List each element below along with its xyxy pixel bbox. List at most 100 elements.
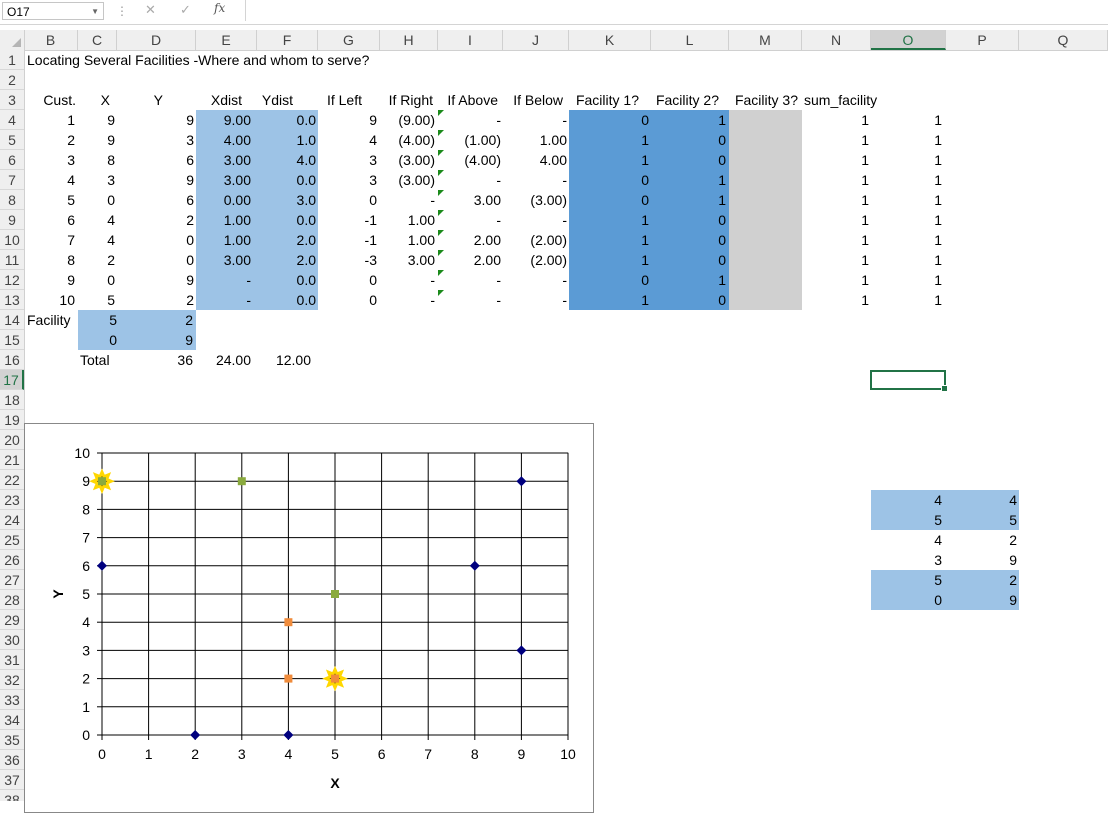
cell-cust[interactable]: 9 [24, 270, 75, 290]
cell-y[interactable]: 6 [117, 190, 194, 210]
cell-if-left[interactable]: -3 [318, 250, 377, 270]
row-header-31[interactable]: 31 [0, 650, 24, 670]
row-header-35[interactable]: 35 [0, 730, 24, 750]
row-header-18[interactable]: 18 [0, 390, 24, 410]
cell-cust[interactable]: 7 [24, 230, 75, 250]
cell-cust[interactable]: 5 [24, 190, 75, 210]
side-table-right[interactable]: 4 [946, 490, 1017, 510]
row-header-2[interactable]: 2 [0, 70, 24, 90]
select-all-button[interactable] [0, 30, 25, 50]
cell-col-o[interactable]: 1 [871, 110, 942, 130]
column-header-p[interactable]: P [946, 30, 1019, 50]
column-header-d[interactable]: D [117, 30, 196, 50]
cell-if-right[interactable]: - [380, 290, 435, 310]
cell-x[interactable]: 3 [78, 170, 115, 190]
column-header-f[interactable]: F [257, 30, 318, 50]
header-facility-2[interactable]: Facility 2? [651, 90, 719, 110]
facility-2-x[interactable]: 0 [78, 330, 117, 350]
cell-y[interactable]: 9 [117, 110, 194, 130]
cell-y[interactable]: 0 [117, 250, 194, 270]
cell-col-o[interactable]: 1 [871, 190, 942, 210]
row-header-16[interactable]: 16 [0, 350, 24, 370]
header-if-below[interactable]: If Below [503, 90, 563, 110]
side-table-right[interactable]: 2 [946, 570, 1017, 590]
cell-xdist[interactable]: 4.00 [196, 130, 251, 150]
cell-x[interactable]: 9 [78, 130, 115, 150]
cell-xdist[interactable]: - [196, 290, 251, 310]
header-if-above[interactable]: If Above [438, 90, 498, 110]
cell-if-right[interactable]: (3.00) [380, 150, 435, 170]
cell-sum-facility[interactable]: 1 [802, 130, 869, 150]
header-if-right[interactable]: If Right [380, 90, 433, 110]
side-table-left[interactable]: 5 [871, 510, 942, 530]
cell-xdist[interactable]: - [196, 270, 251, 290]
cell-ydist[interactable]: 4.0 [257, 150, 316, 170]
name-box[interactable]: O17 ▼ [2, 2, 104, 20]
row-header-32[interactable]: 32 [0, 670, 24, 690]
row-header-7[interactable]: 7 [0, 170, 24, 190]
cell-if-right[interactable]: 3.00 [380, 250, 435, 270]
header-facility-1[interactable]: Facility 1? [569, 90, 639, 110]
chevron-down-icon[interactable]: ▼ [91, 3, 99, 21]
cell-col-o[interactable]: 1 [871, 130, 942, 150]
column-header-c[interactable]: C [78, 30, 117, 50]
cell-facility-1[interactable]: 0 [569, 110, 649, 130]
cell-ydist[interactable]: 3.0 [257, 190, 316, 210]
row-header-12[interactable]: 12 [0, 270, 24, 290]
side-table-right[interactable]: 9 [946, 590, 1017, 610]
cell-if-left[interactable]: 9 [318, 110, 377, 130]
cell-facility-1[interactable]: 0 [569, 170, 649, 190]
header-sum-facility[interactable]: sum_facility [804, 90, 884, 110]
cell-if-below[interactable]: - [503, 270, 567, 290]
cell-y[interactable]: 2 [117, 290, 194, 310]
side-table-left[interactable]: 4 [871, 530, 942, 550]
column-header-i[interactable]: I [438, 30, 503, 50]
cell-if-right[interactable]: 1.00 [380, 210, 435, 230]
cell-x[interactable]: 9 [78, 110, 115, 130]
row-header-9[interactable]: 9 [0, 210, 24, 230]
cell-if-below[interactable]: - [503, 170, 567, 190]
cell-sum-facility[interactable]: 1 [802, 250, 869, 270]
cell-if-left[interactable]: 4 [318, 130, 377, 150]
cell-if-left[interactable]: -1 [318, 210, 377, 230]
column-header-j[interactable]: J [503, 30, 569, 50]
column-header-g[interactable]: G [318, 30, 380, 50]
cell-facility-1[interactable]: 1 [569, 210, 649, 230]
cell-col-o[interactable]: 1 [871, 270, 942, 290]
header-y[interactable]: Y [117, 90, 163, 110]
column-header-o[interactable]: O [871, 30, 946, 50]
cell-facility-3[interactable] [729, 170, 799, 190]
row-header-14[interactable]: 14 [0, 310, 24, 330]
row-header-1[interactable]: 1 [0, 50, 24, 70]
cell-xdist[interactable]: 0.00 [196, 190, 251, 210]
cell-sum-facility[interactable]: 1 [802, 290, 869, 310]
row-header-15[interactable]: 15 [0, 330, 24, 350]
cell-if-right[interactable]: (3.00) [380, 170, 435, 190]
row-header-30[interactable]: 30 [0, 630, 24, 650]
cell-if-left[interactable]: 3 [318, 170, 377, 190]
cell-if-above[interactable]: - [438, 290, 501, 310]
side-table-right[interactable]: 2 [946, 530, 1017, 550]
row-header-25[interactable]: 25 [0, 530, 24, 550]
cell-if-left[interactable]: 0 [318, 270, 377, 290]
cell-cust[interactable]: 2 [24, 130, 75, 150]
cell-if-above[interactable]: 3.00 [438, 190, 501, 210]
side-table-left[interactable]: 0 [871, 590, 942, 610]
column-header-q[interactable]: Q [1019, 30, 1108, 50]
cell-sum-facility[interactable]: 1 [802, 110, 869, 130]
column-header-h[interactable]: H [380, 30, 438, 50]
total-cust[interactable]: 36 [117, 350, 193, 370]
total-xdist[interactable]: 24.00 [196, 350, 251, 370]
row-header-19[interactable]: 19 [0, 410, 24, 430]
facility-1-y[interactable]: 2 [117, 310, 193, 330]
cell-if-right[interactable]: - [380, 270, 435, 290]
cell-ydist[interactable]: 0.0 [257, 110, 316, 130]
cell-facility-3[interactable] [729, 230, 799, 250]
cell-y[interactable]: 9 [117, 270, 194, 290]
cell-ydist[interactable]: 2.0 [257, 250, 316, 270]
column-header-b[interactable]: B [24, 30, 78, 50]
row-header-26[interactable]: 26 [0, 550, 24, 570]
column-header-m[interactable]: M [729, 30, 802, 50]
cell-ydist[interactable]: 0.0 [257, 290, 316, 310]
row-header-29[interactable]: 29 [0, 610, 24, 630]
